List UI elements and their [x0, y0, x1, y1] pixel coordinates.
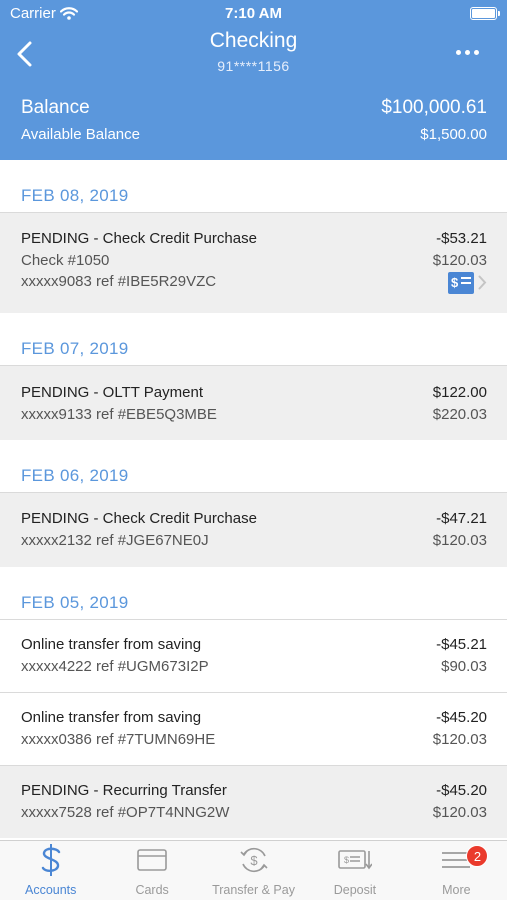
available-balance-row: Available Balance $1,500.00	[21, 126, 487, 143]
date-header: FEB 07, 2019	[21, 339, 129, 358]
tab-deposit[interactable]: $ Deposit	[304, 841, 405, 900]
running-balance: $120.03	[432, 730, 487, 748]
tab-cards[interactable]: Cards	[101, 841, 202, 900]
transaction-reference: xxxxx2132 ref #JGE67NE0J	[21, 531, 209, 549]
transaction-title: PENDING - Check Credit Purchase	[21, 230, 257, 247]
tab-more[interactable]: 2 More	[406, 841, 507, 900]
transaction-amount: -$45.21	[436, 636, 487, 653]
page-title: Checking	[209, 29, 298, 52]
transaction-amount: -$45.20	[436, 709, 487, 726]
status-time: 7:10 AM	[225, 5, 282, 22]
running-balance: $120.03	[432, 803, 487, 821]
check-image-link[interactable]: $	[433, 272, 487, 294]
transaction-title: PENDING - Check Credit Purchase	[21, 510, 257, 527]
transaction-reference: xxxxx9133 ref #EBE5Q3MBE	[21, 405, 217, 423]
transaction-title: Online transfer from saving	[21, 636, 202, 653]
more-options-icon[interactable]	[456, 50, 479, 55]
date-header: FEB 05, 2019	[21, 593, 129, 612]
running-balance: $120.03	[432, 251, 487, 269]
transaction-reference: xxxxx0386 ref #7TUMN69HE	[21, 730, 216, 748]
tab-label: Accounts	[24, 883, 77, 897]
transaction-list: FEB 08, 2019 PENDING - Check Credit Purc…	[0, 160, 507, 838]
transaction-reference: xxxxx4222 ref #UGM673I2P	[21, 657, 209, 675]
balance-label: Balance	[21, 97, 90, 118]
transaction-reference: xxxxx9083 ref #IBE5R29VZC	[21, 273, 217, 290]
transaction-row[interactable]: PENDING - OLTT Payment xxxxx9133 ref #EB…	[0, 365, 507, 440]
date-header: FEB 06, 2019	[21, 466, 129, 485]
tab-label: Transfer & Pay	[212, 883, 295, 897]
svg-text:$: $	[250, 853, 258, 868]
svg-text:$: $	[344, 855, 349, 865]
account-number: 91****1156	[217, 58, 290, 74]
transaction-row[interactable]: Online transfer from saving xxxxx0386 re…	[0, 692, 507, 765]
tab-bar: Accounts Cards $ Transfer & Pay $ Deposi…	[0, 840, 507, 900]
running-balance: $120.03	[432, 531, 487, 549]
account-header: Carrier 7:10 AM Checking 91****1156 Bala…	[0, 0, 507, 160]
status-bar: Carrier 7:10 AM	[0, 0, 507, 28]
transaction-amount: $122.00	[432, 384, 487, 401]
transaction-title: PENDING - Recurring Transfer	[21, 782, 227, 799]
available-balance-label: Available Balance	[21, 126, 140, 143]
transaction-amount: -$45.20	[436, 782, 487, 799]
transaction-row[interactable]: PENDING - Check Credit Purchase Check #1…	[0, 212, 507, 313]
date-header: FEB 08, 2019	[21, 186, 129, 205]
tab-label: Cards	[135, 883, 169, 897]
transaction-title: Online transfer from saving	[21, 709, 202, 726]
transfer-icon: $	[239, 847, 268, 873]
tab-accounts[interactable]: Accounts	[0, 841, 101, 900]
tab-label: Deposit	[333, 883, 377, 897]
transaction-amount: -$47.21	[436, 510, 487, 527]
transaction-row[interactable]: Online transfer from saving xxxxx4222 re…	[0, 619, 507, 692]
balance-row: Balance $100,000.61	[21, 97, 487, 119]
tab-transfer-pay[interactable]: $ Transfer & Pay	[203, 841, 304, 900]
card-icon	[137, 849, 167, 871]
transaction-amount: -$53.21	[436, 230, 487, 247]
transaction-row[interactable]: PENDING - Check Credit Purchase xxxxx213…	[0, 492, 507, 567]
nav-bar: Checking 91****1156	[0, 28, 507, 80]
check-image-icon[interactable]: $	[448, 272, 474, 294]
tab-label: More	[442, 883, 471, 897]
transaction-title: PENDING - OLTT Payment	[21, 384, 203, 401]
running-balance: $220.03	[432, 405, 487, 423]
balance-value: $100,000.61	[381, 97, 487, 118]
transaction-row[interactable]: PENDING - Recurring Transfer xxxxx7528 r…	[0, 765, 507, 838]
battery-icon	[470, 7, 500, 20]
dollar-icon	[41, 844, 60, 876]
running-balance: $90.03	[441, 657, 487, 675]
deposit-icon: $	[338, 850, 372, 870]
transaction-detail: Check #1050	[21, 251, 110, 269]
available-balance-value: $1,500.00	[420, 126, 487, 143]
transaction-reference: xxxxx7528 ref #OP7T4NNG2W	[21, 803, 230, 821]
chevron-right-icon	[478, 275, 487, 290]
